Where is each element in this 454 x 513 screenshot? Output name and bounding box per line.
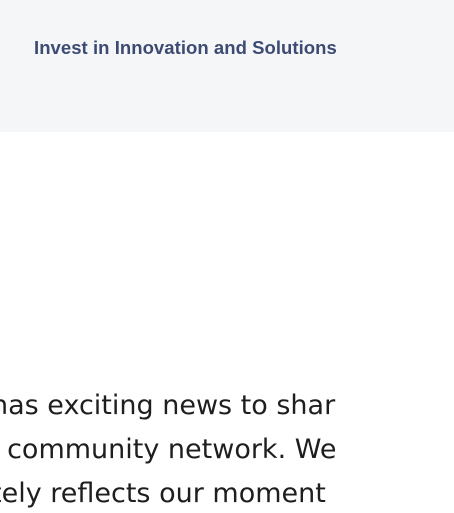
article-line-3: tely reflects our moment [0, 478, 326, 509]
article-line-1: has exciting news to shar [0, 390, 336, 421]
header-banner: Invest in Innovation and Solutions [0, 0, 454, 132]
page: Invest in Innovation and Solutions has e… [0, 0, 454, 513]
article-line-2: l community network. We [0, 434, 337, 465]
invest-in-innovation-link[interactable]: Invest in Innovation and Solutions [34, 37, 337, 59]
article-body: has exciting news to shar l community ne… [0, 384, 454, 513]
